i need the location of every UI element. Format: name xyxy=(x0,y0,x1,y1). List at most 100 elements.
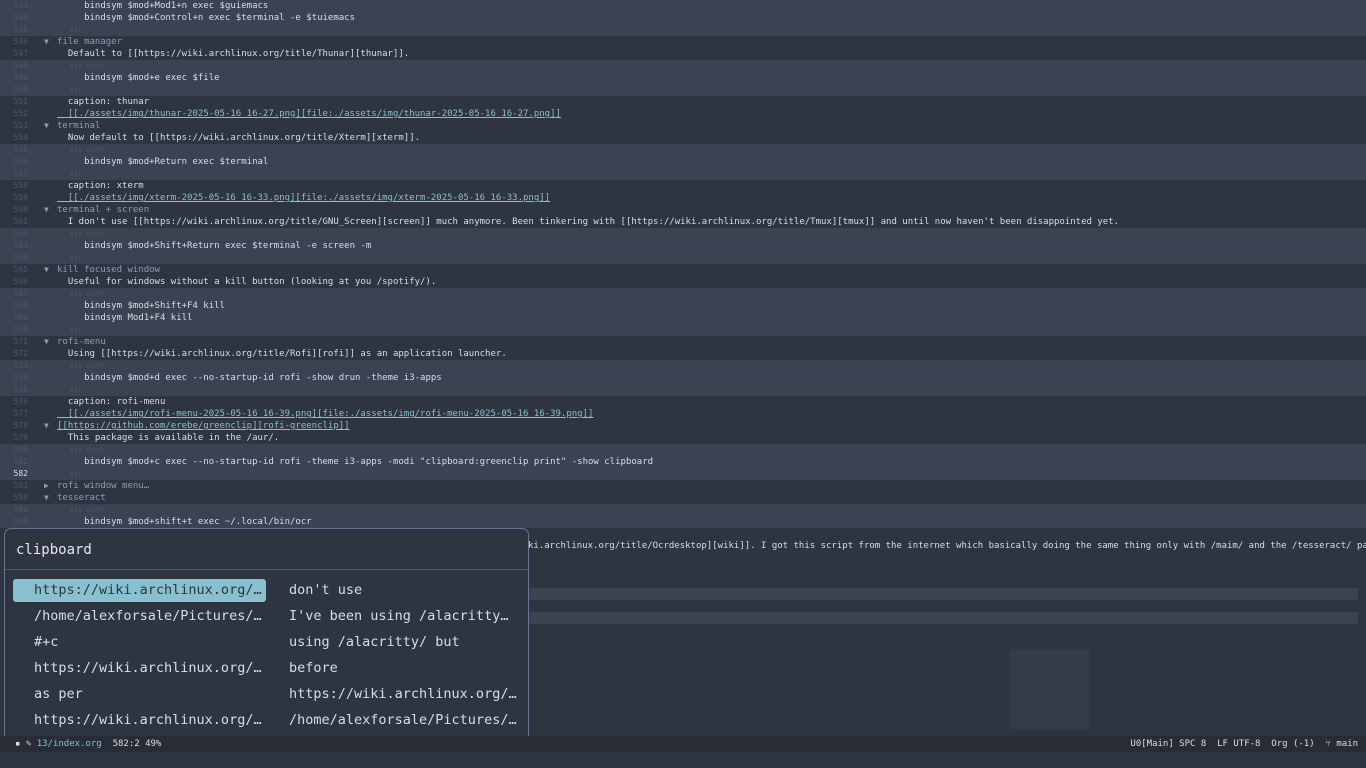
line-number: 558 xyxy=(13,181,28,190)
line-number: 554 xyxy=(13,133,28,142)
line-text: bindsym $mod+Return exec $terminal xyxy=(57,157,269,167)
editor-line[interactable]: 549 bindsym $mod+e exec $file xyxy=(0,72,1366,84)
rofi-option[interactable]: as per xyxy=(13,683,266,706)
line-number: 572 xyxy=(13,349,28,358)
editor-line[interactable]: 552 [[./assets/img/thunar-2025-05-16_16-… xyxy=(0,108,1366,120)
fold-open-icon[interactable]: ▼ xyxy=(44,336,49,348)
modeline-branch[interactable]: main xyxy=(1336,739,1358,749)
line-text: src conf xyxy=(57,62,104,70)
fold-open-icon[interactable]: ▼ xyxy=(44,120,49,132)
line-text: bindsym $mod+c exec --no-startup-id rofi… xyxy=(57,457,654,467)
editor-line[interactable]: 557 src xyxy=(0,168,1366,180)
editor-line[interactable]: 577 [[./assets/img/rofi-menu-2025-05-16_… xyxy=(0,408,1366,420)
line-text: rofi-menu xyxy=(57,337,106,347)
editor-line[interactable]: 544 bindsym $mod+Control+n exec $termina… xyxy=(0,12,1366,24)
src-block-background xyxy=(528,612,1358,624)
rofi-search-input[interactable]: clipboard xyxy=(5,529,528,570)
rofi-option[interactable]: https://wiki.archlinux.org/… xyxy=(268,683,521,706)
editor-line[interactable]: 580 src conf xyxy=(0,444,1366,456)
rofi-option[interactable]: #+c xyxy=(13,631,266,654)
editor-line[interactable]: 570 src xyxy=(0,324,1366,336)
fold-open-icon[interactable]: ▼ xyxy=(44,204,49,216)
editor-line[interactable]: 588 ▼ tesseract xyxy=(0,492,1366,504)
image-preview-thumbnail xyxy=(1010,649,1089,729)
line-text: bindsym $mod+Mod1+n exec $guiemacs xyxy=(57,1,269,11)
line-number: 564 xyxy=(13,253,28,262)
line-text: src xyxy=(57,470,83,478)
git-branch-icon: ⑂ xyxy=(1325,739,1337,749)
rofi-option[interactable]: https://wiki.archlinux.org/… xyxy=(13,579,266,602)
line-text: terminal + screen xyxy=(57,205,150,215)
line-number: 559 xyxy=(13,193,28,202)
rofi-option[interactable]: don't use xyxy=(268,579,521,602)
editor-line[interactable]: 559 [[./assets/img/xterm-2025-05-16_16-3… xyxy=(0,192,1366,204)
editor-line[interactable]: 589 src conf xyxy=(0,504,1366,516)
editor-line[interactable]: 553 ▼ terminal xyxy=(0,120,1366,132)
line-text: [[./assets/img/rofi-menu-2025-05-16_16-3… xyxy=(57,409,594,419)
editor-line[interactable]: 550 src xyxy=(0,84,1366,96)
rofi-option[interactable]: /home/alexforsale/Pictures/… xyxy=(13,605,266,628)
line-number: 566 xyxy=(13,277,28,286)
editor-line[interactable]: 568 bindsym $mod+Shift+F4 kill xyxy=(0,300,1366,312)
line-number: 546 xyxy=(13,37,28,46)
line-number: 583 xyxy=(13,481,28,490)
rofi-option[interactable]: I've been using /alacritty… xyxy=(268,605,521,628)
modeline-status: U0[Main] SPC 8 LF UTF-8 Org (-1) xyxy=(1130,739,1326,749)
editor-line[interactable]: 579 This package is available in the /au… xyxy=(0,432,1366,444)
rofi-option[interactable]: using /alacritty/ but xyxy=(268,631,521,654)
line-number: 573 xyxy=(13,361,28,370)
editor-line[interactable]: 567 src conf xyxy=(0,288,1366,300)
editor-line[interactable]: 548 src conf xyxy=(0,60,1366,72)
rofi-option[interactable]: before xyxy=(268,657,521,680)
editor-line[interactable]: 561 I don't use [[https://wiki.archlinux… xyxy=(0,216,1366,228)
fold-open-icon[interactable]: ▼ xyxy=(44,36,49,48)
editor-line[interactable]: 546 ▼ file manager xyxy=(0,36,1366,48)
fold-open-icon[interactable]: ▼ xyxy=(44,264,49,276)
editor-line[interactable]: 558 caption: xterm xyxy=(0,180,1366,192)
editor-line[interactable]: 545 src xyxy=(0,24,1366,36)
editor-line[interactable]: 576 caption: rofi-menu xyxy=(0,396,1366,408)
editor-line[interactable]: 564 src xyxy=(0,252,1366,264)
line-text: [[https://github.com/erebe/greenclip][ro… xyxy=(57,421,350,431)
fold-open-icon[interactable]: ▼ xyxy=(44,420,49,432)
line-number: 551 xyxy=(13,97,28,106)
editor-line[interactable]: 571 ▼ rofi-menu xyxy=(0,336,1366,348)
line-text: [[./assets/img/thunar-2025-05-16_16-27.p… xyxy=(57,109,561,119)
line-number: 553 xyxy=(13,121,28,130)
line-text: bindsym $mod+Shift+Return exec $terminal… xyxy=(57,241,372,251)
editor-line[interactable]: 560 ▼ terminal + screen xyxy=(0,204,1366,216)
editor-line[interactable]: 547 Default to [[https://wiki.archlinux.… xyxy=(0,48,1366,60)
rofi-option[interactable]: https://wiki.archlinux.org/… xyxy=(13,709,266,732)
rofi-option[interactable]: https://wiki.archlinux.org/… xyxy=(13,657,266,680)
line-number: 579 xyxy=(13,433,28,442)
rofi-option[interactable]: /home/alexforsale/Pictures/… xyxy=(268,709,521,732)
editor-line[interactable]: 555 src conf xyxy=(0,144,1366,156)
editor-line[interactable]: 569 bindsym Mod1+F4 kill xyxy=(0,312,1366,324)
line-text: src xyxy=(57,170,83,178)
fold-closed-icon[interactable]: ▶ xyxy=(44,480,49,492)
editor-line[interactable]: 563 bindsym $mod+Shift+Return exec $term… xyxy=(0,240,1366,252)
editor-line[interactable]: 554 Now default to [[https://wiki.archli… xyxy=(0,132,1366,144)
editor-line[interactable]: 572 Using [[https://wiki.archlinux.org/t… xyxy=(0,348,1366,360)
editor-line[interactable]: 551 caption: thunar xyxy=(0,96,1366,108)
editor-line[interactable]: 581 bindsym $mod+c exec --no-startup-id … xyxy=(0,456,1366,468)
editor-line[interactable]: 566 Useful for windows without a kill bu… xyxy=(0,276,1366,288)
editor-line[interactable]: ki.archlinux.org/title/Ocrdesktop][wiki]… xyxy=(528,540,1366,552)
editor-line[interactable]: 583 ▶ rofi window menu… xyxy=(0,480,1366,492)
line-text: bindsym $mod+d exec --no-startup-id rofi… xyxy=(57,373,442,383)
line-number: 567 xyxy=(13,289,28,298)
editor-line[interactable]: 562 src conf xyxy=(0,228,1366,240)
editor-line[interactable]: 543 bindsym $mod+Mod1+n exec $guiemacs xyxy=(0,0,1366,12)
editor-line[interactable]: 574 bindsym $mod+d exec --no-startup-id … xyxy=(0,372,1366,384)
editor-line[interactable]: 556 bindsym $mod+Return exec $terminal xyxy=(0,156,1366,168)
fold-open-icon[interactable]: ▼ xyxy=(44,492,49,504)
editor-line[interactable]: 575 src xyxy=(0,384,1366,396)
modeline-filename[interactable]: 13/index.org xyxy=(37,739,102,749)
editor-line[interactable]: 578 ▼ [[https://github.com/erebe/greenclip… xyxy=(0,420,1366,432)
editor-line[interactable]: 565 ▼ kill focused window xyxy=(0,264,1366,276)
editor-line[interactable]: 590 bindsym $mod+shift+t exec ~/.local/b… xyxy=(0,516,1366,528)
editor-line[interactable]: 573 src conf xyxy=(0,360,1366,372)
line-number: 561 xyxy=(13,217,28,226)
editor-line[interactable]: 582 src xyxy=(0,468,1366,480)
line-number: 562 xyxy=(13,229,28,238)
